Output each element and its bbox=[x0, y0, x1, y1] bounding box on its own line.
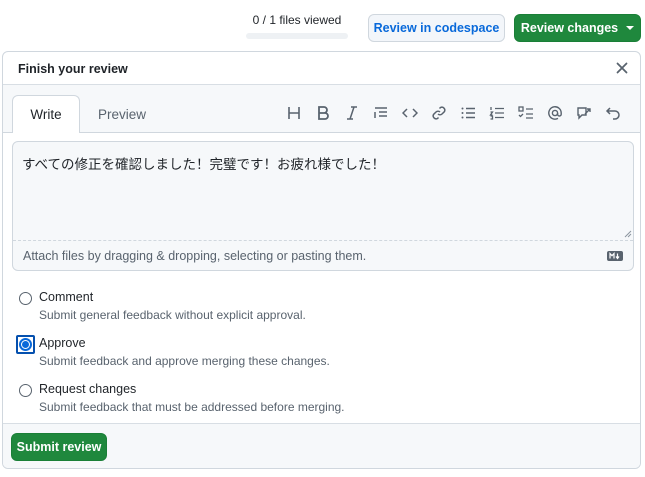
resize-handle-icon[interactable] bbox=[622, 228, 632, 238]
files-viewed-progress bbox=[246, 33, 348, 39]
option-description: Submit general feedback without explicit… bbox=[39, 308, 306, 322]
option-description: Submit feedback that must be addressed b… bbox=[39, 400, 345, 414]
review-in-codespace-button[interactable]: Review in codespace bbox=[368, 14, 505, 42]
approve-radio[interactable] bbox=[19, 338, 32, 351]
panel-header: Finish your review bbox=[3, 52, 640, 85]
tab-write[interactable]: Write bbox=[12, 95, 80, 133]
attach-files-hint[interactable]: Attach files by dragging & dropping, sel… bbox=[23, 249, 366, 263]
option-label: Comment bbox=[39, 290, 94, 304]
option-request-changes[interactable]: Request changes Submit feedback that mus… bbox=[17, 380, 437, 420]
review-changes-label: Review changes bbox=[520, 21, 619, 35]
markdown-icon bbox=[607, 251, 623, 261]
files-viewed-counter: 0 / 1 files viewed bbox=[242, 13, 352, 39]
option-label: Request changes bbox=[39, 382, 137, 396]
quote-icon[interactable] bbox=[370, 103, 391, 123]
review-changes-button[interactable]: Review changes bbox=[514, 14, 641, 42]
panel-title: Finish your review bbox=[18, 62, 128, 76]
option-comment[interactable]: Comment Submit general feedback without … bbox=[17, 288, 437, 328]
undo-icon[interactable] bbox=[602, 103, 623, 123]
markdown-toolbar bbox=[283, 103, 623, 123]
option-approve[interactable]: Approve Submit feedback and approve merg… bbox=[16, 334, 437, 374]
comment-editor: Write Preview すべての修正を確認しました！完璧です！お疲れ様でした… bbox=[3, 85, 640, 425]
files-viewed-text: 0 / 1 files viewed bbox=[252, 13, 342, 27]
close-icon[interactable] bbox=[613, 59, 631, 77]
heading-icon[interactable] bbox=[283, 103, 304, 123]
panel-footer: Submit review bbox=[3, 423, 640, 468]
reference-icon[interactable] bbox=[573, 103, 594, 123]
unordered-list-icon[interactable] bbox=[457, 103, 478, 123]
mention-icon[interactable] bbox=[544, 103, 565, 123]
option-description: Submit feedback and approve merging thes… bbox=[39, 354, 330, 368]
attach-divider bbox=[13, 240, 633, 241]
bold-icon[interactable] bbox=[312, 103, 333, 123]
submit-review-button[interactable]: Submit review bbox=[11, 433, 107, 461]
task-list-icon[interactable] bbox=[515, 103, 536, 123]
request-changes-radio[interactable] bbox=[19, 384, 32, 397]
code-icon[interactable] bbox=[399, 103, 420, 123]
link-icon[interactable] bbox=[428, 103, 449, 123]
option-label: Approve bbox=[39, 336, 86, 350]
comment-radio[interactable] bbox=[19, 292, 32, 305]
comment-text: すべての修正を確認しました！完璧です！お疲れ様でした！ bbox=[22, 157, 386, 172]
italic-icon[interactable] bbox=[341, 103, 362, 123]
ordered-list-icon[interactable] bbox=[486, 103, 507, 123]
finish-review-panel: Finish your review Write Preview すべての修正を… bbox=[2, 51, 641, 469]
comment-textarea[interactable]: すべての修正を確認しました！完璧です！お疲れ様でした！ Attach files… bbox=[12, 141, 634, 271]
caret-down-icon bbox=[626, 26, 635, 30]
tab-preview[interactable]: Preview bbox=[83, 95, 161, 133]
